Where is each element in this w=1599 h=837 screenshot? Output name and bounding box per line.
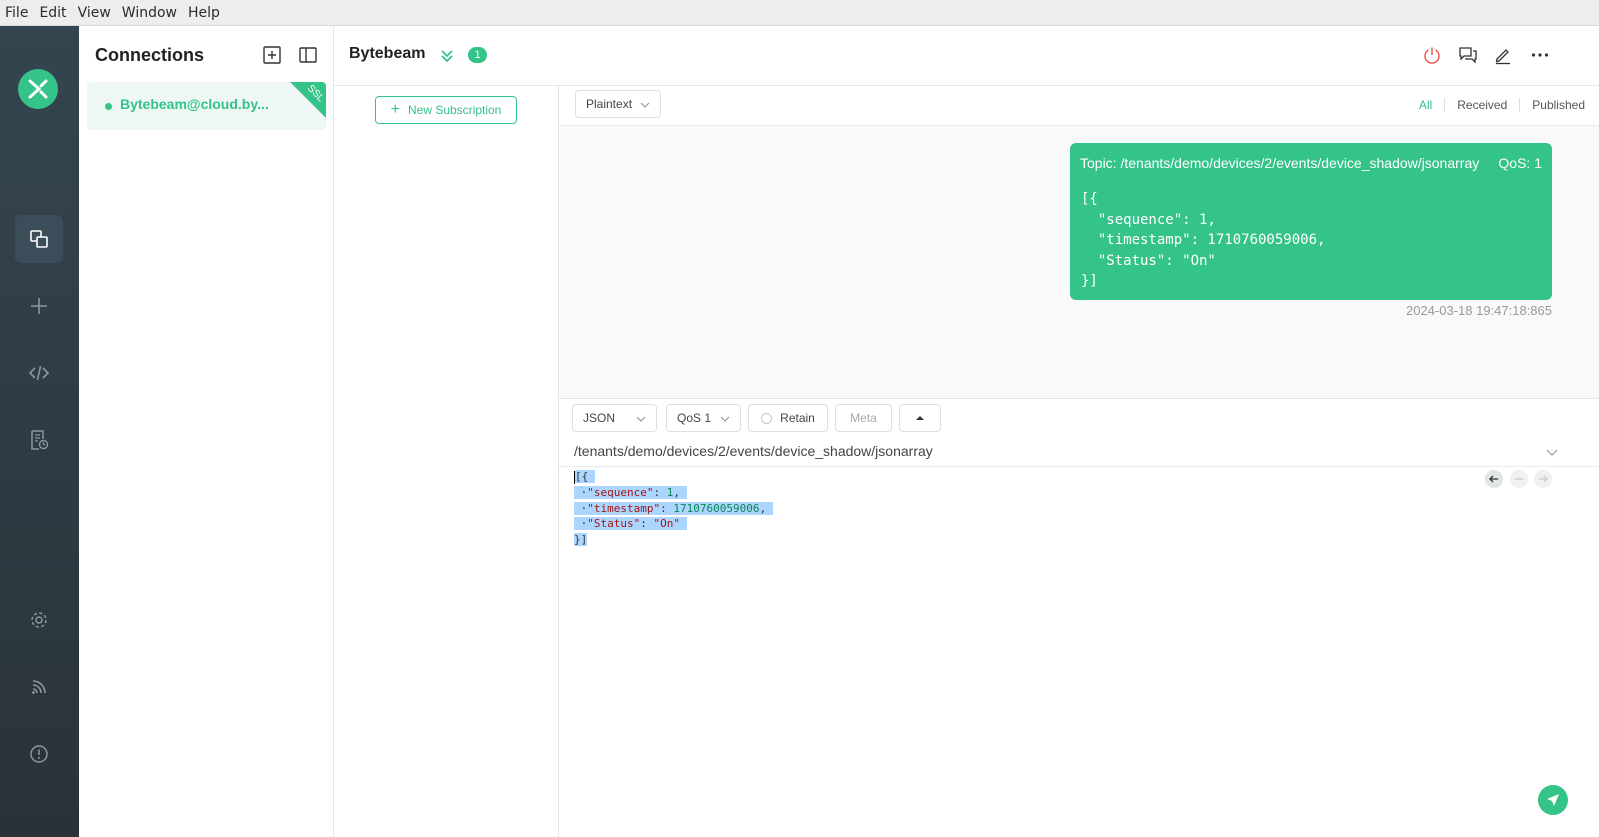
chevron-down-icon xyxy=(640,102,650,108)
menu-bar: File Edit View Window Help xyxy=(0,0,1599,26)
publish-qos-value: QoS 1 xyxy=(677,411,712,425)
menu-help[interactable]: Help xyxy=(188,5,220,21)
menu-edit[interactable]: Edit xyxy=(39,5,66,21)
nav-connections-button[interactable] xyxy=(15,215,63,263)
history-back-button[interactable] xyxy=(1485,470,1503,488)
meta-label: Meta xyxy=(850,411,877,425)
sidebar-icon xyxy=(299,47,317,63)
chevron-down-icon xyxy=(1546,449,1558,456)
toggle-sidebar-button[interactable] xyxy=(297,44,319,66)
send-icon xyxy=(1547,794,1559,806)
payload-editor[interactable]: [{ ·"sequence": 1, ·"timestamp": 1710760… xyxy=(574,469,773,548)
connections-panel: Connections Bytebeam@cloud.by... SSL xyxy=(79,26,334,837)
new-subscription-label: New Subscription xyxy=(407,103,502,117)
topic-separator xyxy=(559,466,1599,467)
expand-publish-button[interactable] xyxy=(899,404,941,432)
message-filter-bar: Plaintext All Received Published xyxy=(559,86,1599,126)
message-payload: [{ "sequence": 1, "timestamp": 171076005… xyxy=(1081,191,1326,289)
connection-item[interactable]: Bytebeam@cloud.by... SSL xyxy=(87,82,326,130)
message-topic: Topic: /tenants/demo/devices/2/events/de… xyxy=(1080,155,1480,171)
subscriptions-panel: + New Subscription xyxy=(334,86,559,837)
connection-status-dot xyxy=(105,103,112,110)
app-logo xyxy=(18,69,58,109)
menu-view[interactable]: View xyxy=(78,5,111,21)
collapse-subscriptions-button[interactable] xyxy=(436,45,458,67)
retain-label: Retain xyxy=(780,411,815,425)
connection-header: Bytebeam 1 xyxy=(334,26,1599,86)
nav-settings-button[interactable] xyxy=(15,596,63,644)
add-square-icon xyxy=(263,46,281,64)
message-timestamp: 2024-03-18 19:47:18:865 xyxy=(1405,303,1552,318)
gear-icon xyxy=(31,612,47,628)
tab-all[interactable]: All xyxy=(1407,98,1446,112)
mqttx-logo-icon xyxy=(28,79,48,99)
meta-button[interactable]: Meta xyxy=(835,404,892,432)
power-icon xyxy=(1424,47,1440,64)
new-connection-button[interactable] xyxy=(261,44,283,66)
message-qos: QoS: 1 xyxy=(1498,155,1542,171)
double-chevron-down-icon xyxy=(441,50,453,63)
retain-toggle[interactable]: Retain xyxy=(748,404,828,432)
disconnect-button[interactable] xyxy=(1421,44,1443,66)
edit-connection-button[interactable] xyxy=(1492,44,1514,66)
chevron-down-icon xyxy=(720,416,730,422)
pencil-icon xyxy=(1495,49,1510,65)
arrow-right-icon xyxy=(1539,475,1548,483)
connection-title: Bytebeam xyxy=(349,45,426,62)
menu-file[interactable]: File xyxy=(5,5,28,21)
new-window-button[interactable] xyxy=(1457,44,1479,66)
send-button[interactable] xyxy=(1538,785,1568,815)
nav-script-button[interactable] xyxy=(15,349,63,397)
arrow-left-icon xyxy=(1489,475,1498,483)
publish-format-value: JSON xyxy=(583,411,616,425)
payload-format-value: Plaintext xyxy=(586,97,633,111)
minus-icon xyxy=(1515,478,1523,480)
publish-qos-select[interactable]: QoS 1 xyxy=(666,404,741,432)
payload-format-select[interactable]: Plaintext xyxy=(575,90,661,118)
published-message-bubble[interactable]: Topic: /tenants/demo/devices/2/events/de… xyxy=(1070,143,1552,300)
feed-icon xyxy=(32,680,46,694)
publish-panel: JSON QoS 1 Retain Meta /tenants/demo/dev… xyxy=(559,398,1599,837)
message-direction-tabs: All Received Published xyxy=(1407,98,1585,112)
connection-name: Bytebeam@cloud.by... xyxy=(120,96,269,112)
message-count-badge: 1 xyxy=(468,47,487,63)
nav-log-button[interactable] xyxy=(15,416,63,464)
history-clear-button[interactable] xyxy=(1510,470,1528,488)
chat-windows-icon xyxy=(1459,47,1477,64)
tab-published[interactable]: Published xyxy=(1520,98,1585,112)
log-icon xyxy=(31,430,49,450)
menu-window[interactable]: Window xyxy=(122,5,177,21)
info-icon xyxy=(30,745,48,763)
retain-radio-icon xyxy=(761,412,773,424)
tab-received[interactable]: Received xyxy=(1445,98,1521,112)
connections-icon xyxy=(30,230,48,248)
history-forward-button[interactable] xyxy=(1534,470,1552,488)
caret-up-icon xyxy=(916,416,924,420)
plus-icon xyxy=(31,298,47,314)
message-list: Topic: /tenants/demo/devices/2/events/de… xyxy=(559,126,1599,398)
publish-topic-input[interactable]: /tenants/demo/devices/2/events/device_sh… xyxy=(574,443,933,459)
left-nav xyxy=(0,26,79,837)
nav-new-connection-button[interactable] xyxy=(15,282,63,330)
publish-format-select[interactable]: JSON xyxy=(572,404,657,432)
code-icon xyxy=(28,365,50,381)
new-subscription-button[interactable]: + New Subscription xyxy=(375,96,517,124)
nav-subscriptions-button[interactable] xyxy=(15,663,63,711)
nav-about-button[interactable] xyxy=(15,730,63,778)
plus-icon: + xyxy=(390,101,400,118)
topic-history-dropdown[interactable] xyxy=(1541,441,1563,463)
more-horizontal-icon xyxy=(1531,53,1549,57)
more-options-button[interactable] xyxy=(1529,44,1551,66)
connections-title: Connections xyxy=(95,45,205,65)
chevron-down-icon xyxy=(636,416,646,422)
